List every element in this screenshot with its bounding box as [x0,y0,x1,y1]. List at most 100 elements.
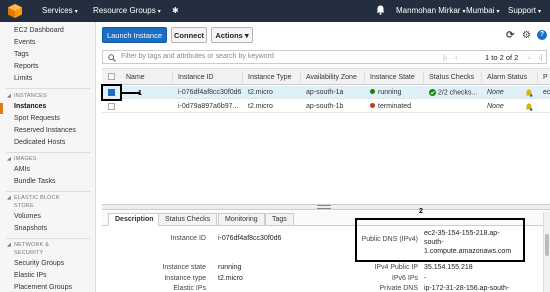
sidebar-item-elastic-ips[interactable]: Elastic IPs [14,272,47,279]
column-header-alarm-status[interactable]: Alarm Status [487,74,527,81]
user-menu[interactable]: Manmohan Mirkar ▾ [396,6,465,15]
cell-availability-zone: ap-south-1b [306,102,344,110]
state-running-icon [370,89,375,95]
sidebar-item-security-groups[interactable]: Security Groups [14,260,64,267]
pager-next-icon[interactable]: › [528,53,531,62]
pane-splitter[interactable] [102,204,550,210]
value-instance-id: i-076df4af8cc30f0d6 [218,235,282,242]
pager-text: 1 to 2 of 2 [485,53,519,62]
gear-icon[interactable]: ⚙ [522,30,531,41]
cell-instance-state: terminated [370,103,411,110]
collapse-triangle-icon[interactable]: ◢ [7,242,11,248]
pager-first-icon[interactable]: |‹ [443,53,447,62]
services-menu[interactable]: Services ▾ [42,6,78,15]
label-elastic-ips: Elastic IPs [173,285,206,292]
tab-monitoring[interactable]: Monitoring [218,213,265,226]
section-header-network[interactable]: NETWORK & [14,242,49,248]
label-instance-id: Instance ID [170,235,206,242]
sidebar-item-instances[interactable]: Instances [14,103,46,110]
resource-groups-menu[interactable]: Resource Groups ▾ [93,6,161,15]
value-ipv4-public-ip: 35.154.155.218 [424,264,473,271]
table-row[interactable]: i-0d79a897a6b97... t2.micro ap-south-1b … [102,100,550,113]
cell-availability-zone: ap-south-1a [306,88,344,96]
sidebar-item-events[interactable]: Events [14,39,35,46]
column-header-instance-type[interactable]: Instance Type [248,74,291,81]
sidebar-item-spot-requests[interactable]: Spot Requests [14,115,60,122]
column-header-status-checks[interactable]: Status Checks [429,74,474,81]
label-private-dns: Private DNS [379,285,418,292]
support-menu[interactable]: Support ▾ [508,6,541,15]
row-checkbox[interactable] [108,102,115,110]
column-header-instance-state[interactable]: Instance State [370,74,415,81]
column-divider [364,72,365,83]
annotation-box-2 [355,218,525,262]
table-row[interactable]: i-076df4af8cc30f0d6 t2.micro ap-south-1a… [102,86,550,99]
region-menu[interactable]: Mumbai ▾ [466,6,499,15]
section-header-instances[interactable]: INSTANCES [14,93,47,99]
help-icon[interactable]: ? [537,30,547,40]
search-icon [108,54,116,62]
collapse-triangle-icon[interactable]: ◢ [7,156,11,162]
sidebar-item-placement-groups[interactable]: Placement Groups [14,284,72,291]
aws-logo-icon[interactable] [6,3,24,19]
filter-input[interactable]: Filter by tags and attributes or search … [102,50,547,64]
scrollbar-thumb[interactable] [545,234,549,256]
alarm-bell-icon[interactable] [525,89,533,97]
sidebar-item-reserved-instances[interactable]: Reserved Instances [14,127,76,134]
column-header-name[interactable]: Name [126,74,145,81]
cell-alarm-status: None [487,88,504,96]
value-ipv6-ips: - [424,275,427,282]
column-divider [300,72,301,83]
column-divider [481,72,482,83]
section-header-images[interactable]: IMAGES [14,156,37,162]
sidebar-item-amis[interactable]: AMIs [14,166,30,173]
sidebar-divider [6,88,90,89]
column-header-instance-id[interactable]: Instance ID [178,74,213,81]
label-instance-type: Instance type [164,275,206,282]
column-divider [423,72,424,83]
pager-last-icon[interactable]: ›| [538,53,542,62]
label-ipv6-ips: IPv6 IPs [391,275,418,282]
cell-instance-state: running [370,89,401,96]
tab-description[interactable]: Description [108,213,161,226]
sidebar-item-ec2-dashboard[interactable]: EC2 Dashboard [14,27,64,34]
pin-icon[interactable]: ✱ [172,6,179,15]
column-divider [537,72,538,83]
bell-icon[interactable] [376,5,385,17]
splitter-grip-icon[interactable] [317,205,331,209]
value-private-dns: ip-172-31-28-156.ap-south- [424,285,510,292]
annotation-label-2: 2 [419,208,423,215]
section-header-network-line2: SECURITY [14,250,44,256]
column-header-public[interactable]: P [543,74,548,81]
connect-button[interactable]: Connect [171,27,207,43]
collapse-triangle-icon[interactable]: ◢ [7,195,11,201]
tab-tags[interactable]: Tags [265,213,294,226]
column-divider [172,72,173,83]
sidebar-item-limits[interactable]: Limits [14,75,32,82]
details-scrollbar[interactable] [543,212,550,292]
sidebar-item-reports[interactable]: Reports [14,63,39,70]
pager-prev-icon[interactable]: ‹ [455,53,458,62]
launch-instance-button[interactable]: Launch Instance [102,27,167,43]
actions-dropdown-button[interactable]: Actions ▾ [211,27,253,43]
tab-status-checks[interactable]: Status Checks [158,213,218,226]
filter-placeholder: Filter by tags and attributes or search … [121,53,274,60]
active-indicator [0,103,3,114]
cell-status-checks[interactable]: 2/2 checks... [429,88,477,96]
cell-instance-id: i-076df4af8cc30f0d6 [178,88,242,96]
refresh-icon[interactable]: ⟳ [506,30,514,41]
select-all-checkbox[interactable] [108,73,115,80]
label-instance-state: Instance state [162,264,206,271]
collapse-triangle-icon[interactable]: ◢ [7,93,11,99]
annotation-box-1 [101,84,122,101]
sidebar-item-volumes[interactable]: Volumes [14,213,41,220]
sidebar-item-dedicated-hosts[interactable]: Dedicated Hosts [14,139,65,146]
value-instance-type: t2.micro [218,275,243,282]
sidebar-item-tags[interactable]: Tags [14,51,29,58]
sidebar-item-bundle-tasks[interactable]: Bundle Tasks [14,178,56,185]
alarm-bell-icon[interactable] [525,103,533,111]
sidebar-item-snapshots[interactable]: Snapshots [14,225,47,232]
section-header-ebs-line2: STORE [14,203,34,209]
column-header-availability-zone[interactable]: Availability Zone [306,74,357,81]
section-header-ebs[interactable]: ELASTIC BLOCK [14,195,60,201]
